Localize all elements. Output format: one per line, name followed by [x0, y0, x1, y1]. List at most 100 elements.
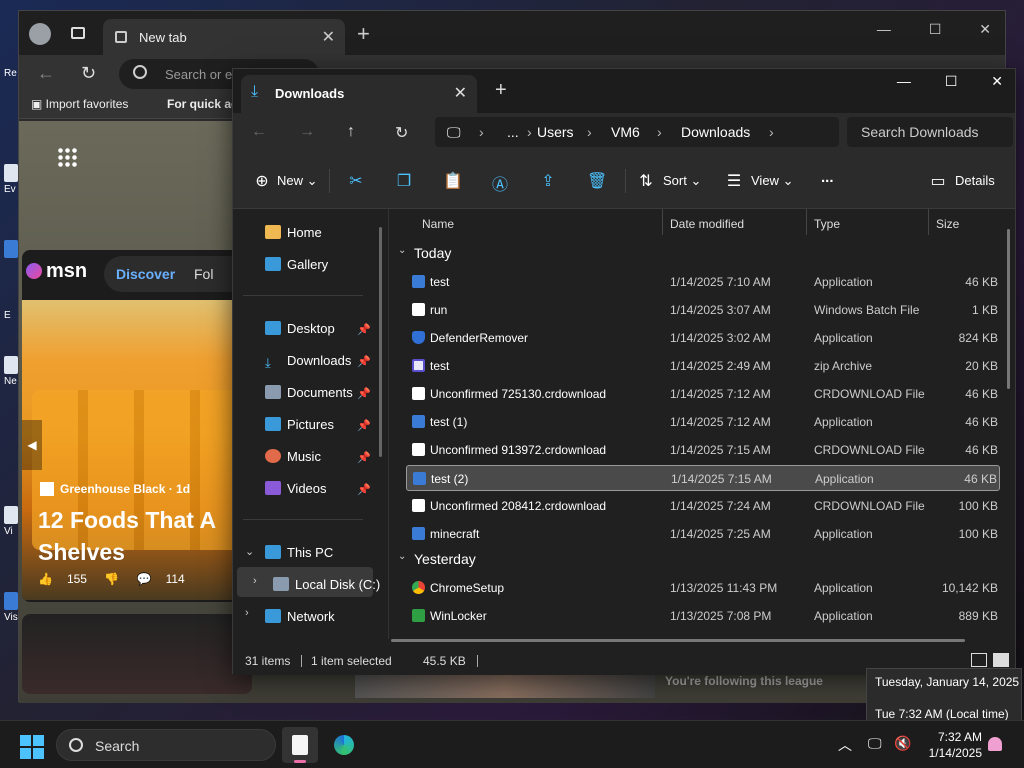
windows-start-icon[interactable]	[20, 735, 44, 759]
pin-icon[interactable]: 📌	[357, 451, 371, 464]
nav-item-gallery[interactable]: Gallery	[265, 257, 328, 272]
browser-tab[interactable]: New tab ✕	[103, 19, 345, 55]
breadcrumb[interactable]: 🖵 › ... › Users › VM6 › Downloads ›	[435, 117, 839, 147]
breadcrumb-downloads[interactable]: Downloads	[681, 124, 750, 140]
chevron-right-icon[interactable]: ›	[245, 607, 249, 619]
up-icon[interactable]: ↑	[347, 123, 355, 141]
table-row[interactable]: Unconfirmed 208412.crdownload 1/14/2025 7…	[406, 493, 1000, 519]
nav-item-music[interactable]: Music	[265, 449, 321, 464]
table-row[interactable]: minecraft 1/14/2025 7:25 AM Application 100…	[406, 521, 1000, 547]
column-type[interactable]: Type	[814, 217, 840, 231]
column-name[interactable]: Name	[422, 217, 454, 231]
column-divider[interactable]	[806, 209, 807, 235]
chevron-up-icon[interactable]: ︿	[838, 735, 852, 755]
share-icon[interactable]: ⇪	[539, 171, 557, 190]
breadcrumb-more[interactable]: ...	[507, 124, 519, 140]
rename-icon[interactable]: Ⓐ	[491, 171, 509, 194]
column-divider[interactable]	[928, 209, 929, 235]
chevron-right-icon[interactable]: ›	[253, 575, 257, 587]
nav-item-this-pc[interactable]: This PC	[265, 545, 333, 560]
table-row[interactable]: Unconfirmed 725130.crdownload 1/14/2025 7…	[406, 381, 1000, 407]
explorer-tab[interactable]: ⤓ Downloads ✕	[241, 75, 477, 113]
cut-icon[interactable]: ✂	[347, 171, 365, 190]
close-icon[interactable]: ✕	[979, 21, 991, 37]
vertical-scrollbar[interactable]	[1007, 229, 1010, 389]
maximize-icon[interactable]: ☐	[929, 21, 942, 37]
table-row[interactable]: DefenderRemover 1/14/2025 3:02 AM Applicat…	[406, 325, 1000, 351]
profile-avatar[interactable]	[29, 23, 51, 45]
back-icon[interactable]: ←	[37, 63, 55, 84]
close-icon[interactable]: ✕	[991, 73, 1003, 90]
nav-item-local-disk[interactable]: Local Disk (C:)	[273, 577, 380, 592]
paste-icon[interactable]: 📋	[443, 171, 463, 190]
import-favorites-link[interactable]: ▣ Import favorites	[31, 97, 128, 111]
details-button[interactable]: Details	[955, 173, 995, 188]
more-options-button[interactable]: ...	[821, 169, 834, 186]
file-explorer-taskbar-button[interactable]	[282, 727, 318, 763]
table-row[interactable]: WinLocker 1/13/2025 7:08 PM Application 889…	[406, 603, 1000, 629]
comment-icon[interactable]: 💬	[137, 572, 152, 586]
tab-following[interactable]: Fol	[194, 266, 213, 282]
column-divider[interactable]	[662, 209, 663, 235]
table-row[interactable]: Unconfirmed 913972.crdownload 1/14/2025 7…	[406, 437, 1000, 463]
refresh-icon[interactable]: ↻	[395, 123, 408, 143]
like-icon[interactable]: 👍	[38, 572, 53, 586]
forward-icon[interactable]: →	[299, 123, 315, 141]
refresh-icon[interactable]: ↻	[81, 63, 96, 84]
sort-button[interactable]: Sort ⌄	[663, 173, 701, 189]
table-row[interactable]: ChromeSetup 1/13/2025 11:43 PM Application…	[406, 575, 1000, 601]
copy-icon[interactable]: ❐	[395, 171, 413, 190]
column-date-modified[interactable]: Date modified	[670, 217, 744, 231]
chevron-down-icon[interactable]: ⌄	[245, 545, 254, 558]
minimize-icon[interactable]: —	[897, 73, 911, 89]
nav-item-home[interactable]: Home	[265, 225, 322, 240]
minimize-icon[interactable]: —	[877, 21, 891, 37]
apps-grid-icon[interactable]	[57, 147, 77, 167]
pin-icon[interactable]: 📌	[357, 387, 371, 400]
breadcrumb-vm6[interactable]: VM6	[611, 124, 640, 140]
group-header-yesterday[interactable]: ⌄ Yesterday	[398, 551, 476, 567]
view-button[interactable]: View ⌄	[751, 173, 793, 189]
taskbar-search[interactable]: Search	[56, 729, 276, 761]
taskbar-clock[interactable]: 7:32 AM 1/14/2025	[910, 729, 982, 761]
column-size[interactable]: Size	[936, 217, 959, 231]
nav-scrollbar[interactable]	[379, 227, 382, 457]
tab-discover[interactable]: Discover	[116, 266, 175, 282]
carousel-prev-icon[interactable]: ◀	[22, 420, 42, 470]
pin-icon[interactable]: 📌	[357, 323, 371, 336]
nav-item-pictures[interactable]: Pictures	[265, 417, 334, 432]
new-button[interactable]: New ⌄	[277, 173, 318, 189]
nav-item-network[interactable]: Network	[265, 609, 335, 624]
table-row-selected[interactable]: test (2) 1/14/2025 7:15 AM Application 46 K…	[406, 465, 1000, 491]
group-header-today[interactable]: ⌄ Today	[398, 245, 451, 261]
pin-icon[interactable]: 📌	[357, 483, 371, 496]
breadcrumb-users[interactable]: Users	[537, 124, 574, 140]
new-tab-button[interactable]: +	[495, 79, 507, 102]
nav-item-desktop[interactable]: Desktop	[265, 321, 335, 336]
tiles-view-icon[interactable]	[993, 653, 1009, 667]
new-tab-button[interactable]: +	[357, 21, 370, 47]
msn-feed-card[interactable]: msn Discover Fol ◀ Greenhouse Black · 1d…	[22, 250, 252, 602]
network-icon[interactable]: 🖵	[868, 735, 882, 752]
search-input[interactable]: Search Downloads	[847, 117, 1013, 147]
article-headline[interactable]: 12 Foods That A Shelves	[38, 504, 252, 568]
edge-taskbar-button[interactable]	[326, 727, 362, 763]
delete-icon[interactable]: 🗑	[587, 171, 607, 190]
close-tab-icon[interactable]: ✕	[454, 83, 467, 103]
article-image-2[interactable]	[22, 614, 252, 694]
pin-icon[interactable]: 📌	[357, 419, 371, 432]
nav-item-videos[interactable]: Videos	[265, 481, 327, 496]
horizontal-scrollbar[interactable]	[391, 639, 965, 642]
table-row[interactable]: test 1/14/2025 2:49 AM zip Archive 20 KB	[406, 353, 1000, 379]
close-tab-icon[interactable]: ✕	[322, 27, 335, 47]
notification-bell-icon[interactable]	[988, 737, 1002, 751]
table-row[interactable]: test 1/14/2025 7:10 AM Application 46 KB	[406, 269, 1000, 295]
maximize-icon[interactable]: ☐	[945, 73, 958, 90]
back-icon[interactable]: ←	[251, 123, 267, 141]
details-view-icon[interactable]	[971, 653, 987, 667]
table-row[interactable]: test (1) 1/14/2025 7:12 AM Application 46 K…	[406, 409, 1000, 435]
volume-muted-icon[interactable]: 🔇	[894, 735, 911, 752]
table-row[interactable]: run 1/14/2025 3:07 AM Windows Batch File 1 …	[406, 297, 1000, 323]
tab-actions-icon[interactable]	[71, 27, 85, 39]
pin-icon[interactable]: 📌	[357, 355, 371, 368]
